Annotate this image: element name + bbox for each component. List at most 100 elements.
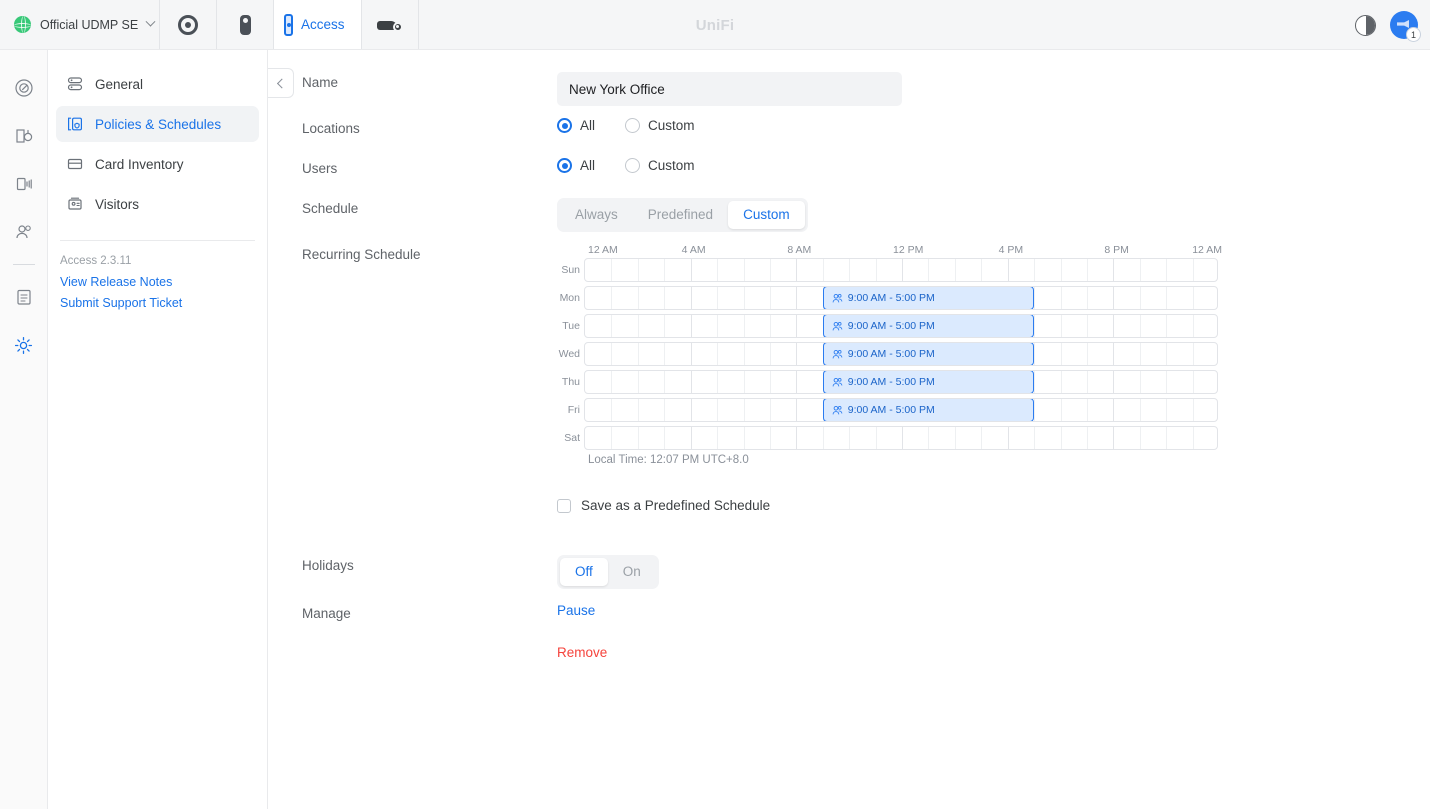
app-tab-talk[interactable] xyxy=(217,0,274,49)
field-row-users: Users All Custom xyxy=(302,158,1402,176)
schedule-block[interactable]: 9:00 AM - 5:00 PM xyxy=(822,399,1035,421)
schedule-block-label: 9:00 AM - 5:00 PM xyxy=(847,348,935,360)
hour-tick xyxy=(1166,427,1168,449)
unifi-access-app: Official UDMP SE Access UniFi 1 General … xyxy=(0,0,1430,809)
locations-radio-all[interactable] xyxy=(557,118,572,133)
view-release-notes-link[interactable]: View Release Notes xyxy=(60,275,267,289)
users-radio-custom[interactable] xyxy=(625,158,641,173)
schedule-track-thu[interactable]: 9:00 AM - 5:00 PM xyxy=(584,370,1218,394)
rail-item-settings[interactable] xyxy=(0,321,48,369)
app-tab-access[interactable]: Access xyxy=(274,0,362,49)
holidays-option-on[interactable]: On xyxy=(608,558,656,586)
theme-toggle-icon[interactable] xyxy=(1355,14,1376,36)
hour-tick xyxy=(1192,343,1194,365)
protect-icon xyxy=(178,14,198,35)
hour-tick xyxy=(1060,287,1062,309)
schedule-option-always[interactable]: Always xyxy=(560,201,633,229)
hour-tick xyxy=(875,427,877,449)
rail-item-dashboard[interactable] xyxy=(0,64,48,112)
schedule-track-fri[interactable]: 9:00 AM - 5:00 PM xyxy=(584,398,1218,422)
sidebar-item-general[interactable]: General xyxy=(56,66,259,102)
clipboard-list-icon xyxy=(16,289,31,305)
users-radio-all[interactable] xyxy=(557,158,572,173)
hour-tick xyxy=(1034,343,1036,365)
schedule-track-tue[interactable]: 9:00 AM - 5:00 PM xyxy=(584,314,1218,338)
holidays-option-off[interactable]: Off xyxy=(560,558,608,586)
remove-link[interactable]: Remove xyxy=(557,645,1402,660)
card-icon xyxy=(67,158,83,170)
hour-tick xyxy=(637,287,639,309)
hour-tick xyxy=(664,399,666,421)
submit-support-ticket-link[interactable]: Submit Support Ticket xyxy=(60,296,267,310)
hour-tick xyxy=(664,427,666,449)
hour-tick xyxy=(1166,399,1168,421)
app-tab-protect[interactable] xyxy=(160,0,217,49)
console-picker[interactable]: Official UDMP SE xyxy=(0,0,160,49)
rail-item-doors[interactable] xyxy=(0,112,48,160)
locations-radio-group: All Custom xyxy=(557,118,1402,133)
schedule-track-mon[interactable]: 9:00 AM - 5:00 PM xyxy=(584,286,1218,310)
rail-item-devices[interactable] xyxy=(0,160,48,208)
day-label-fri: Fri xyxy=(567,404,580,416)
pause-link[interactable]: Pause xyxy=(557,603,1402,618)
axis-tick-5: 8 PM xyxy=(1104,244,1129,256)
talk-icon xyxy=(239,14,251,35)
hour-tick xyxy=(928,259,930,281)
rail-item-users[interactable] xyxy=(0,208,48,256)
hour-tick xyxy=(769,427,771,449)
users-radio-all-label[interactable]: All xyxy=(580,158,595,173)
schedule-track-wed[interactable]: 9:00 AM - 5:00 PM xyxy=(584,342,1218,366)
schedule-option-predefined[interactable]: Predefined xyxy=(633,201,728,229)
access-reader-icon xyxy=(284,13,293,36)
schedule-block[interactable]: 9:00 AM - 5:00 PM xyxy=(822,287,1035,309)
name-input[interactable] xyxy=(557,72,902,106)
field-row-locations: Locations All Custom xyxy=(302,118,1402,136)
hour-tick xyxy=(796,259,798,281)
hour-tick xyxy=(611,287,613,309)
hour-tick xyxy=(1139,259,1141,281)
visitor-badge-icon xyxy=(68,197,82,210)
hour-tick xyxy=(954,427,956,449)
schedule-block-label: 9:00 AM - 5:00 PM xyxy=(847,404,935,416)
hour-tick xyxy=(690,427,692,449)
users-radio-custom-label[interactable]: Custom xyxy=(648,158,695,173)
sidebar-item-visitors[interactable]: Visitors xyxy=(56,186,259,222)
rail-item-logs[interactable] xyxy=(0,273,48,321)
locations-radio-custom-label[interactable]: Custom xyxy=(648,118,695,133)
hour-tick xyxy=(743,315,745,337)
sidebar-item-policies-schedules[interactable]: Policies & Schedules xyxy=(56,106,259,142)
hour-tick xyxy=(611,399,613,421)
hour-tick xyxy=(822,427,824,449)
hour-tick xyxy=(875,259,877,281)
schedule-option-custom[interactable]: Custom xyxy=(728,201,805,229)
axis-tick-6: 12 AM xyxy=(1192,244,1222,256)
hour-tick xyxy=(1192,371,1194,393)
schedule-block-label: 9:00 AM - 5:00 PM xyxy=(847,376,935,388)
schedule-block[interactable]: 9:00 AM - 5:00 PM xyxy=(822,315,1035,337)
save-predefined-label[interactable]: Save as a Predefined Schedule xyxy=(581,498,770,513)
day-label-wed: Wed xyxy=(558,348,580,360)
server-icon xyxy=(67,77,83,91)
main-content: Name Locations All Custom Users xyxy=(268,50,1430,809)
announcements-button[interactable]: 1 xyxy=(1390,11,1421,42)
schedule-track-sun[interactable] xyxy=(584,258,1218,282)
back-button[interactable] xyxy=(268,68,294,98)
schedule-track-sat[interactable] xyxy=(584,426,1218,450)
hour-tick xyxy=(1113,315,1115,337)
hour-tick xyxy=(769,399,771,421)
locations-radio-custom[interactable] xyxy=(625,118,641,133)
hour-tick xyxy=(1086,287,1088,309)
axis-tick-3: 12 PM xyxy=(893,244,924,256)
hour-tick xyxy=(1192,399,1194,421)
sidebar-item-card-inventory[interactable]: Card Inventory xyxy=(56,146,259,182)
settings-subnav: General Policies & Schedules Card Invent… xyxy=(48,50,268,809)
hour-tick xyxy=(1139,427,1141,449)
locations-radio-all-label[interactable]: All xyxy=(580,118,595,133)
save-predefined-checkbox[interactable] xyxy=(557,498,571,513)
schedule-block[interactable]: 9:00 AM - 5:00 PM xyxy=(822,343,1035,365)
schedule-block[interactable]: 9:00 AM - 5:00 PM xyxy=(822,371,1035,393)
hour-tick xyxy=(717,399,719,421)
app-tab-connect[interactable] xyxy=(362,0,419,49)
hour-tick xyxy=(743,399,745,421)
schedule-block-label: 9:00 AM - 5:00 PM xyxy=(847,320,935,332)
